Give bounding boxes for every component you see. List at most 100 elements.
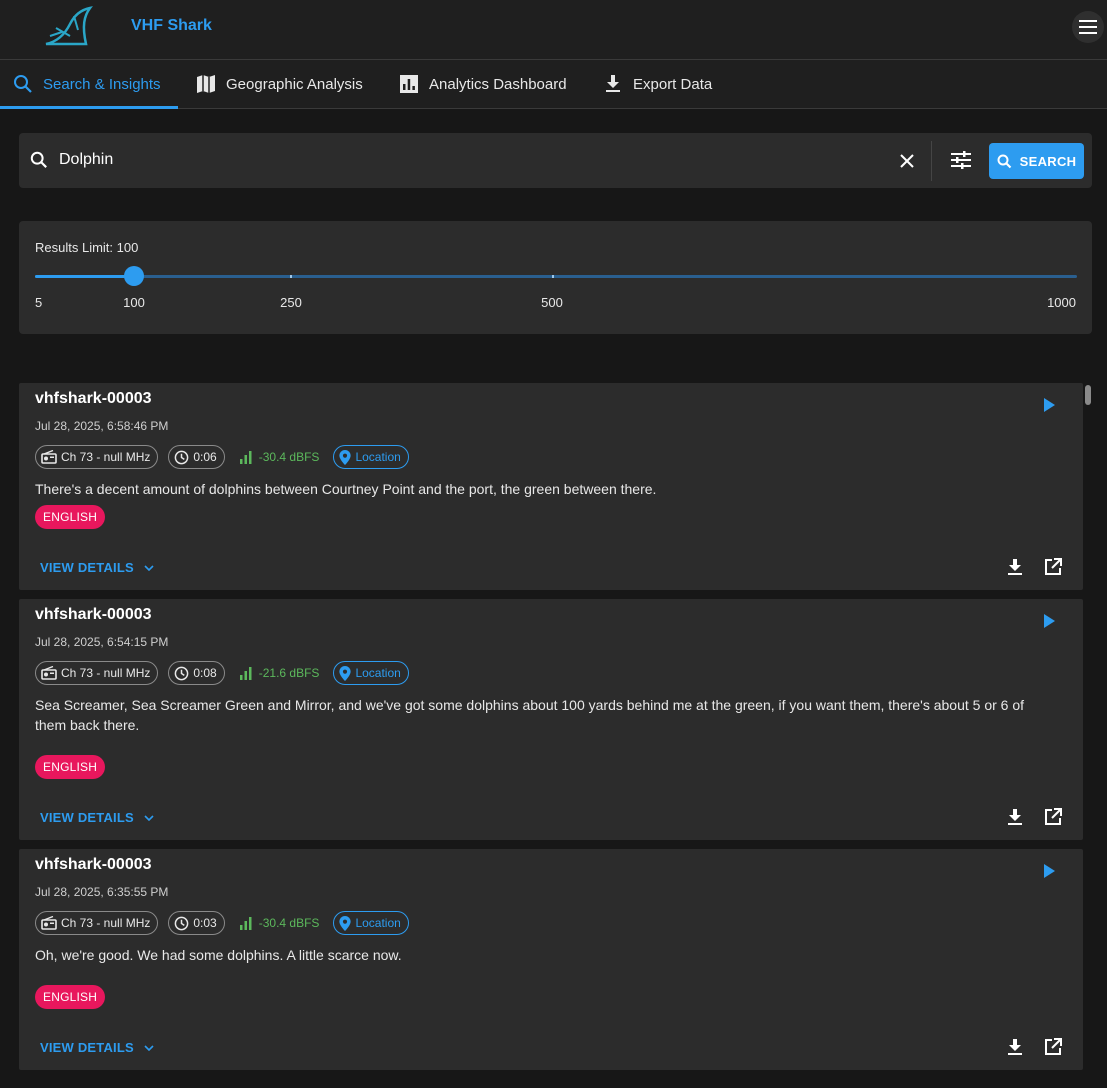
result-title: vhfshark-00003 xyxy=(35,390,152,407)
duration-chip: 0:06 xyxy=(168,445,225,469)
mark-label-min: 5 xyxy=(35,295,43,310)
results-limit-panel: Results Limit: 100 5 100 250 500 1000 xyxy=(19,221,1092,334)
result-date: Jul 28, 2025, 6:58:46 PM xyxy=(35,419,169,433)
results-list[interactable]: vhfshark-00003 Jul 28, 2025, 6:58:46 PM … xyxy=(19,383,1092,1083)
signal-strength: -30.4 dBFS xyxy=(239,916,320,930)
location-text: Location xyxy=(355,666,401,680)
open-external-icon[interactable] xyxy=(1043,807,1063,827)
result-date: Jul 28, 2025, 6:54:15 PM xyxy=(35,635,169,649)
result-meta: Ch 73 - null MHz 0:06 -30.4 dBFS Locatio… xyxy=(35,445,419,469)
duration-text: 0:03 xyxy=(193,916,217,930)
radio-icon xyxy=(41,916,57,930)
search-icon xyxy=(30,151,47,168)
view-details-label: VIEW DETAILS xyxy=(40,1040,134,1055)
channel-chip: Ch 73 - null MHz xyxy=(35,911,159,935)
tab-label: Geographic Analysis xyxy=(226,75,363,93)
download-icon[interactable] xyxy=(1005,1037,1025,1057)
channel-text: Ch 73 - null MHz xyxy=(61,450,151,464)
search-icon xyxy=(997,154,1011,168)
results-limit-slider[interactable] xyxy=(35,266,1077,286)
clock-icon xyxy=(175,916,189,930)
result-date: Jul 28, 2025, 6:35:55 PM xyxy=(35,885,169,899)
duration-text: 0:06 xyxy=(193,450,217,464)
play-icon[interactable] xyxy=(1041,397,1057,413)
transcript: Oh, we're good. We had some dolphins. A … xyxy=(35,947,402,963)
transcript: There's a decent amount of dolphins betw… xyxy=(35,481,657,497)
language-badge: ENGLISH xyxy=(35,985,106,1009)
slider-fill xyxy=(35,275,134,278)
location-pin-icon xyxy=(339,665,352,681)
signal-text: -30.4 dBFS xyxy=(258,450,320,464)
clock-icon xyxy=(175,666,189,680)
download-icon xyxy=(606,75,620,92)
tab-search-insights[interactable]: Search & Insights xyxy=(13,60,161,108)
tab-export-data[interactable]: Export Data xyxy=(603,60,712,108)
duration-text: 0:08 xyxy=(193,666,217,680)
view-details-button[interactable]: VIEW DETAILS xyxy=(40,560,154,575)
channel-chip: Ch 73 - null MHz xyxy=(35,661,159,685)
result-card: vhfshark-00003 Jul 28, 2025, 6:35:55 PM … xyxy=(19,849,1083,1070)
view-details-button[interactable]: VIEW DETAILS xyxy=(40,1040,154,1055)
language-badge: ENGLISH xyxy=(35,755,106,779)
signal-bars-icon xyxy=(239,667,252,680)
view-details-button[interactable]: VIEW DETAILS xyxy=(40,810,154,825)
channel-chip: Ch 73 - null MHz xyxy=(35,445,159,469)
scrollbar-thumb[interactable] xyxy=(1085,385,1091,405)
channel-text: Ch 73 - null MHz xyxy=(61,666,151,680)
duration-chip: 0:03 xyxy=(168,911,225,935)
open-external-icon[interactable] xyxy=(1043,1037,1063,1057)
signal-strength: -30.4 dBFS xyxy=(239,450,320,464)
download-icon[interactable] xyxy=(1005,557,1025,577)
map-icon xyxy=(197,75,215,93)
results-limit-label: Results Limit: 100 xyxy=(35,240,139,255)
search-button-label: SEARCH xyxy=(1019,153,1077,169)
clock-icon xyxy=(175,450,189,464)
result-card: vhfshark-00003 Jul 28, 2025, 6:54:15 PM … xyxy=(19,599,1083,840)
chevron-down-icon xyxy=(144,564,154,571)
slider-mark xyxy=(552,275,554,278)
mark-label: 100 xyxy=(123,295,145,310)
view-details-label: VIEW DETAILS xyxy=(40,810,134,825)
radio-icon xyxy=(41,450,57,464)
download-icon[interactable] xyxy=(1005,807,1025,827)
tab-label: Search & Insights xyxy=(43,75,161,93)
search-input[interactable] xyxy=(59,147,879,173)
tab-label: Analytics Dashboard xyxy=(429,75,567,93)
signal-bars-icon xyxy=(239,917,252,930)
transcript: Sea Screamer, Sea Screamer Green and Mir… xyxy=(35,697,1025,733)
signal-text: -30.4 dBFS xyxy=(258,916,320,930)
play-icon[interactable] xyxy=(1041,863,1057,879)
tab-label: Export Data xyxy=(633,75,713,93)
language-badge: ENGLISH xyxy=(35,505,106,529)
location-pin-icon xyxy=(339,449,352,465)
mark-label-max: 1000 xyxy=(1047,295,1076,310)
search-icon xyxy=(14,75,32,93)
app-bar: VHF Shark xyxy=(0,0,1107,60)
search-bar: SEARCH xyxy=(19,133,1092,188)
menu-button[interactable] xyxy=(1072,11,1104,43)
main-tabs: Search & Insights Geographic Analysis An… xyxy=(0,60,1107,109)
signal-bars-icon xyxy=(239,451,252,464)
chevron-down-icon xyxy=(144,1044,154,1051)
shark-fin-logo xyxy=(45,6,93,46)
location-chip[interactable]: Location xyxy=(333,911,409,935)
results-scrollbar[interactable] xyxy=(1084,383,1092,1083)
clear-icon[interactable] xyxy=(900,154,914,168)
search-button[interactable]: SEARCH xyxy=(989,143,1084,179)
result-card: vhfshark-00003 Jul 28, 2025, 6:58:46 PM … xyxy=(19,383,1083,590)
location-chip[interactable]: Location xyxy=(333,661,409,685)
slider-thumb[interactable] xyxy=(124,266,144,286)
app-title: VHF Shark xyxy=(131,17,212,34)
analytics-icon xyxy=(400,75,418,93)
result-meta: Ch 73 - null MHz 0:03 -30.4 dBFS Locatio… xyxy=(35,911,419,935)
result-title: vhfshark-00003 xyxy=(35,606,152,623)
tab-geographic-analysis[interactable]: Geographic Analysis xyxy=(196,60,363,108)
tab-analytics-dashboard[interactable]: Analytics Dashboard xyxy=(399,60,567,108)
mark-label: 250 xyxy=(280,295,302,310)
location-text: Location xyxy=(355,916,401,930)
location-pin-icon xyxy=(339,915,352,931)
filter-settings-icon[interactable] xyxy=(951,151,971,169)
location-chip[interactable]: Location xyxy=(333,445,409,469)
play-icon[interactable] xyxy=(1041,613,1057,629)
open-external-icon[interactable] xyxy=(1043,557,1063,577)
